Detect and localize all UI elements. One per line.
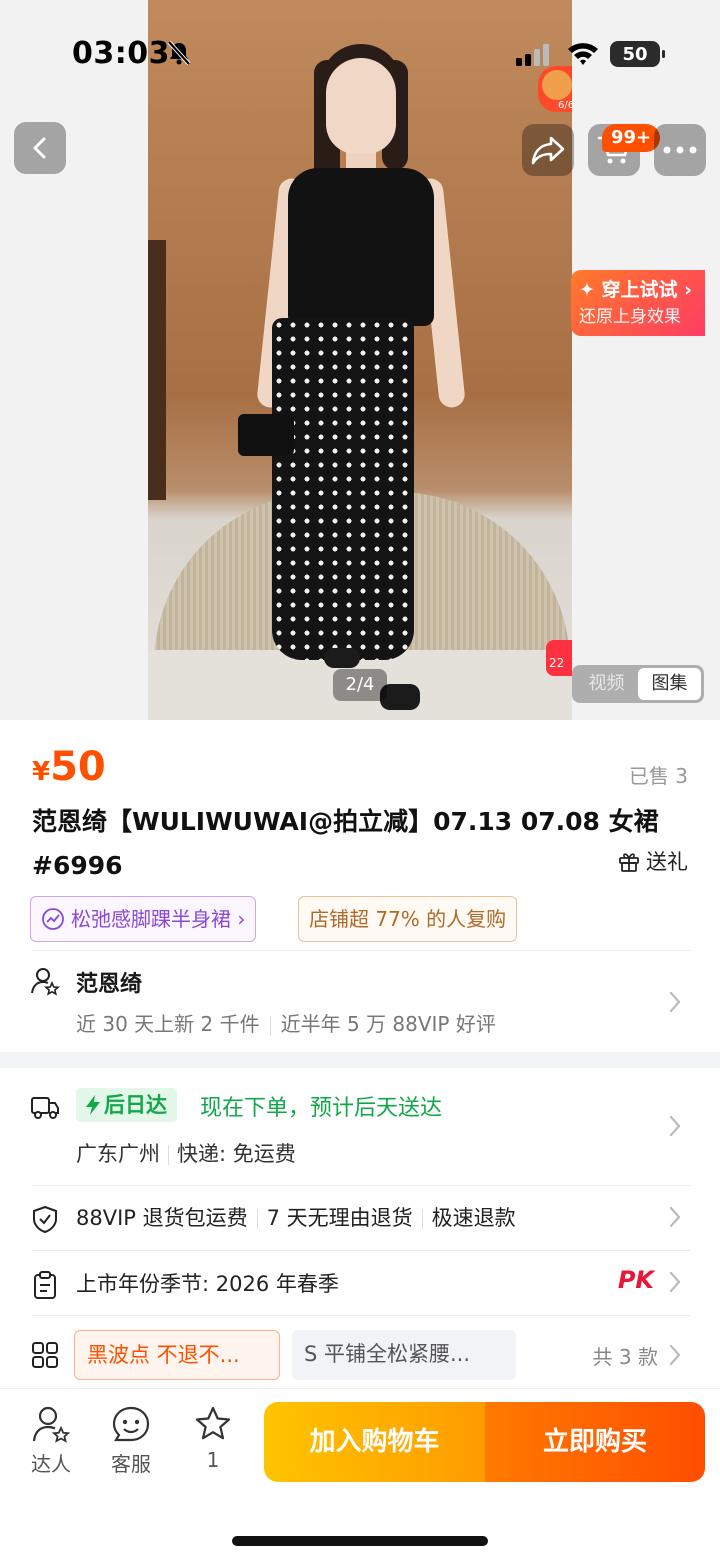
store-stats: 近 30 天上新 2 千件 近半年 5 万 88VIP 好评 [76, 1008, 496, 1037]
home-indicator[interactable] [232, 1536, 488, 1546]
tab-gallery[interactable]: 图集 [638, 668, 701, 700]
chevron-right-icon [669, 1115, 681, 1137]
service-item: 88VIP 退货包运费 [76, 1206, 248, 1230]
separator [168, 1145, 169, 1165]
live-stream-bubble[interactable]: 6/6 [538, 66, 572, 112]
store-name: 范恩绮 [76, 972, 143, 997]
live-count: 6/6 [558, 100, 572, 111]
sold-count: 已售 3 [628, 764, 688, 788]
chevron-right-icon [669, 1271, 681, 1293]
sandal [324, 648, 360, 668]
truck-icon [31, 1097, 59, 1119]
try-on-subtitle: 还原上身效果 [579, 307, 681, 327]
chevron-right-icon [669, 991, 681, 1013]
ship-origin: 广东广州 快递: 免运费 [76, 1138, 296, 1168]
more-dots-icon [663, 146, 697, 154]
product-image-gallery[interactable] [0, 0, 720, 720]
divider [32, 1315, 690, 1316]
delivery-badge-label: 后日达 [104, 1093, 167, 1117]
buy-now-button[interactable]: 立即购买 [485, 1402, 705, 1482]
pk-compare-button[interactable]: PK [618, 1266, 654, 1294]
image-counter: 2/4 [333, 669, 387, 701]
purchase-buttons: 加入购物车 立即购买 [264, 1402, 705, 1482]
daren-button[interactable]: 达人 [16, 1404, 86, 1477]
section-gap [0, 1052, 720, 1068]
price: ¥50 [32, 744, 106, 790]
trend-icon [42, 908, 64, 930]
ship-origin-city: 广东广州 [76, 1142, 160, 1166]
separator [269, 1015, 271, 1036]
gift-label: 送礼 [646, 850, 688, 874]
polka-dot-skirt [272, 318, 414, 660]
product-photo[interactable] [148, 0, 572, 720]
model-face [326, 58, 396, 154]
sku-count: 共 3 款 [592, 1345, 658, 1369]
star-icon [195, 1406, 231, 1440]
cart-count-badge: 99+ [602, 124, 661, 152]
grid-icon [32, 1342, 58, 1368]
shield-check-icon [33, 1205, 57, 1234]
share-button[interactable] [522, 124, 574, 176]
price-value: 50 [50, 744, 106, 790]
favorite-count: 1 [206, 1448, 220, 1472]
product-title: 范恩绮【WULIWUWAI@拍立减】07.13 07.08 女裙#6996 [32, 807, 659, 880]
chevron-right-icon [669, 1344, 681, 1366]
lightning-icon [86, 1095, 100, 1115]
gift-button[interactable]: 送礼 [618, 846, 688, 876]
service-item: 极速退款 [431, 1206, 516, 1230]
store-stat-new: 近 30 天上新 2 千件 [76, 1012, 260, 1036]
share-icon [531, 136, 565, 165]
service-list: 88VIP 退货包运费 7 天无理由退货 极速退款 [76, 1202, 516, 1232]
photo-background-shelf [148, 240, 166, 500]
delivery-badge: 后日达 [76, 1088, 177, 1122]
service-item: 7 天无理由退货 [266, 1206, 413, 1230]
currency-symbol: ¥ [32, 757, 51, 787]
chevron-right-icon [669, 1206, 681, 1228]
chat-face-icon [112, 1406, 150, 1442]
chevron-left-icon [33, 137, 46, 159]
battery-indicator: 50 [610, 41, 665, 67]
rank-tag-label: 松弛感脚踝半身裙 › [71, 907, 246, 931]
divider [32, 1250, 690, 1251]
sku-option[interactable]: S 平铺全松紧腰... [292, 1330, 516, 1380]
more-button[interactable] [654, 124, 706, 176]
divider [32, 950, 690, 951]
favorite-button[interactable]: 1 [178, 1404, 248, 1472]
clipboard-icon [34, 1271, 56, 1299]
coupon-sticker[interactable]: 22 [546, 640, 572, 676]
daren-label: 达人 [31, 1452, 71, 1476]
gift-icon [619, 853, 639, 872]
store-stat-review: 近半年 5 万 88VIP 好评 [280, 1012, 496, 1036]
handbag [238, 414, 294, 456]
influencer-icon [32, 1406, 71, 1443]
divider [32, 1185, 690, 1186]
delivery-estimate: 现在下单，预计后天送达 [200, 1096, 443, 1121]
store-user-icon [31, 968, 60, 996]
wifi-icon [568, 43, 598, 65]
try-on-title: ✦ 穿上试试 › [579, 279, 692, 301]
separator [421, 1209, 423, 1229]
bell-muted-icon [167, 40, 191, 66]
virtual-try-on-button[interactable]: ✦ 穿上试试 › 还原上身效果 [571, 270, 705, 336]
status-time: 03:03 [72, 36, 170, 71]
customer-service-label: 客服 [111, 1452, 151, 1476]
live-avatar [542, 70, 572, 100]
media-switch[interactable]: 视频 图集 [572, 665, 704, 703]
customer-service-button[interactable]: 客服 [96, 1404, 166, 1477]
separator [256, 1209, 258, 1229]
rank-tag[interactable]: 松弛感脚踝半身裙 › [30, 896, 257, 942]
sku-option-selected[interactable]: 黑波点 不退不... [74, 1330, 280, 1380]
back-button[interactable] [14, 122, 66, 174]
listing-season: 上市年份季节: 2026 年春季 [76, 1272, 339, 1296]
black-tank-top [288, 168, 434, 326]
repurchase-tag: 店铺超 77% 的人复购 [298, 896, 518, 942]
shipping-fee: 快递: 免运费 [177, 1142, 296, 1166]
signal-icon [516, 44, 549, 66]
add-to-cart-button[interactable]: 加入购物车 [264, 1402, 485, 1482]
tab-video[interactable]: 视频 [575, 668, 638, 700]
